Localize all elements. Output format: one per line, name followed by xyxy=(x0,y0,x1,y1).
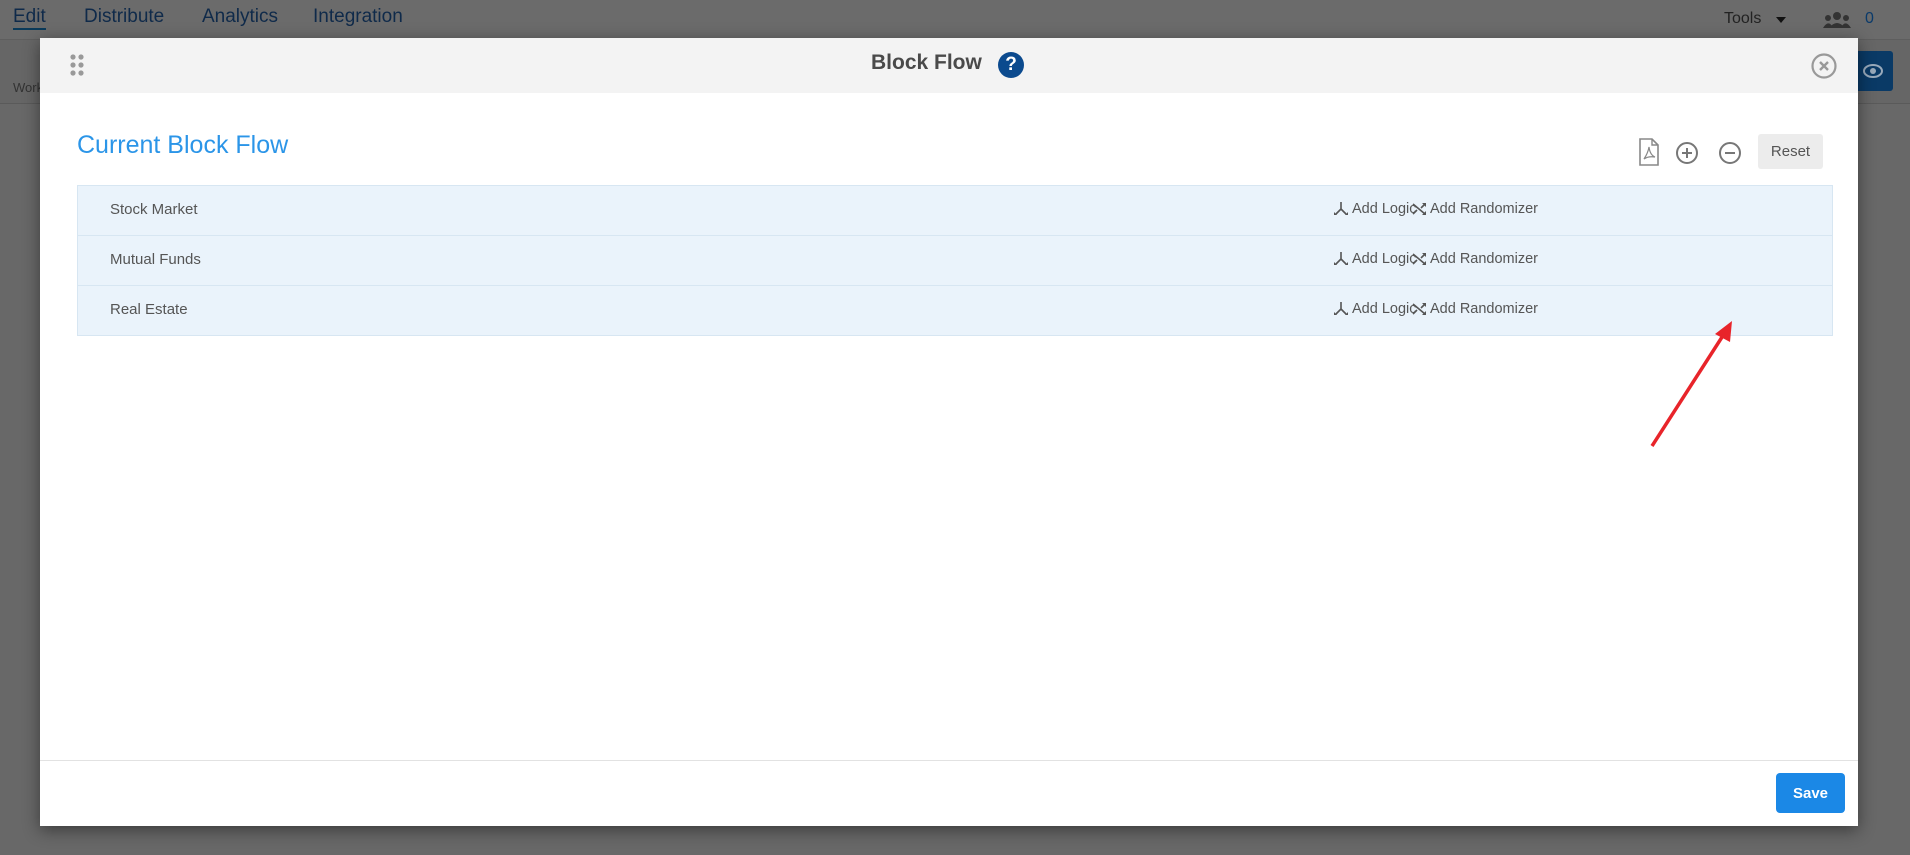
dialog-title: Block Flow xyxy=(871,51,982,74)
add-randomizer-label: Add Randomizer xyxy=(1430,251,1538,267)
block-flow-dialog: Block Flow ? Current Block Flow Reset St… xyxy=(40,38,1858,826)
add-randomizer-button[interactable]: Add Randomizer xyxy=(1412,301,1538,317)
shuffle-icon xyxy=(1412,253,1426,265)
add-logic-button[interactable]: Add Logic xyxy=(1334,301,1417,317)
nav-analytics[interactable]: Analytics xyxy=(202,6,278,28)
nav-edit[interactable]: Edit xyxy=(13,6,46,30)
tools-menu[interactable]: Tools xyxy=(1724,10,1761,28)
block-name: Mutual Funds xyxy=(110,251,201,268)
block-name: Stock Market xyxy=(110,201,198,218)
close-icon[interactable] xyxy=(1811,53,1837,79)
block-row: Mutual Funds Add Logic Add Randomizer xyxy=(77,235,1833,285)
add-logic-label: Add Logic xyxy=(1352,251,1417,267)
nav-integration[interactable]: Integration xyxy=(313,6,403,28)
add-randomizer-label: Add Randomizer xyxy=(1430,301,1538,317)
section-title: Current Block Flow xyxy=(77,131,289,159)
add-logic-label: Add Logic xyxy=(1352,301,1417,317)
add-logic-button[interactable]: Add Logic xyxy=(1334,251,1417,267)
add-randomizer-button[interactable]: Add Randomizer xyxy=(1412,201,1538,217)
add-randomizer-label: Add Randomizer xyxy=(1430,201,1538,217)
dialog-header: Block Flow ? xyxy=(40,38,1858,93)
shuffle-icon xyxy=(1412,303,1426,315)
reset-button[interactable]: Reset xyxy=(1758,134,1823,169)
block-row: Real Estate Add Logic Add Randomizer xyxy=(77,285,1833,336)
block-row: Stock Market Add Logic Add Randomizer xyxy=(77,185,1833,235)
pdf-export-icon[interactable] xyxy=(1638,138,1660,166)
shuffle-icon xyxy=(1412,203,1426,215)
branch-icon xyxy=(1334,202,1348,215)
zoom-out-icon[interactable] xyxy=(1718,141,1742,165)
top-navigation: Edit Distribute Analytics Integration To… xyxy=(0,0,1910,39)
workflows-button[interactable]: Work xyxy=(13,80,43,95)
save-button[interactable]: Save xyxy=(1776,773,1845,813)
nav-distribute[interactable]: Distribute xyxy=(84,6,164,28)
drag-handle-icon[interactable] xyxy=(70,54,84,76)
branch-icon xyxy=(1334,252,1348,265)
dialog-footer-divider xyxy=(40,760,1858,761)
block-list: Stock Market Add Logic Add Randomizer Mu… xyxy=(77,185,1833,336)
help-icon[interactable]: ? xyxy=(998,52,1024,78)
zoom-in-icon[interactable] xyxy=(1675,141,1699,165)
branch-icon xyxy=(1334,302,1348,315)
collaborators-count: 0 xyxy=(1865,10,1874,27)
preview-button[interactable] xyxy=(1857,51,1893,91)
chevron-down-icon xyxy=(1776,17,1786,23)
add-logic-label: Add Logic xyxy=(1352,201,1417,217)
block-name: Real Estate xyxy=(110,301,188,318)
add-logic-button[interactable]: Add Logic xyxy=(1334,201,1417,217)
eye-icon xyxy=(1863,64,1883,78)
add-randomizer-button[interactable]: Add Randomizer xyxy=(1412,251,1538,267)
collaborators-icon[interactable] xyxy=(1823,12,1851,28)
